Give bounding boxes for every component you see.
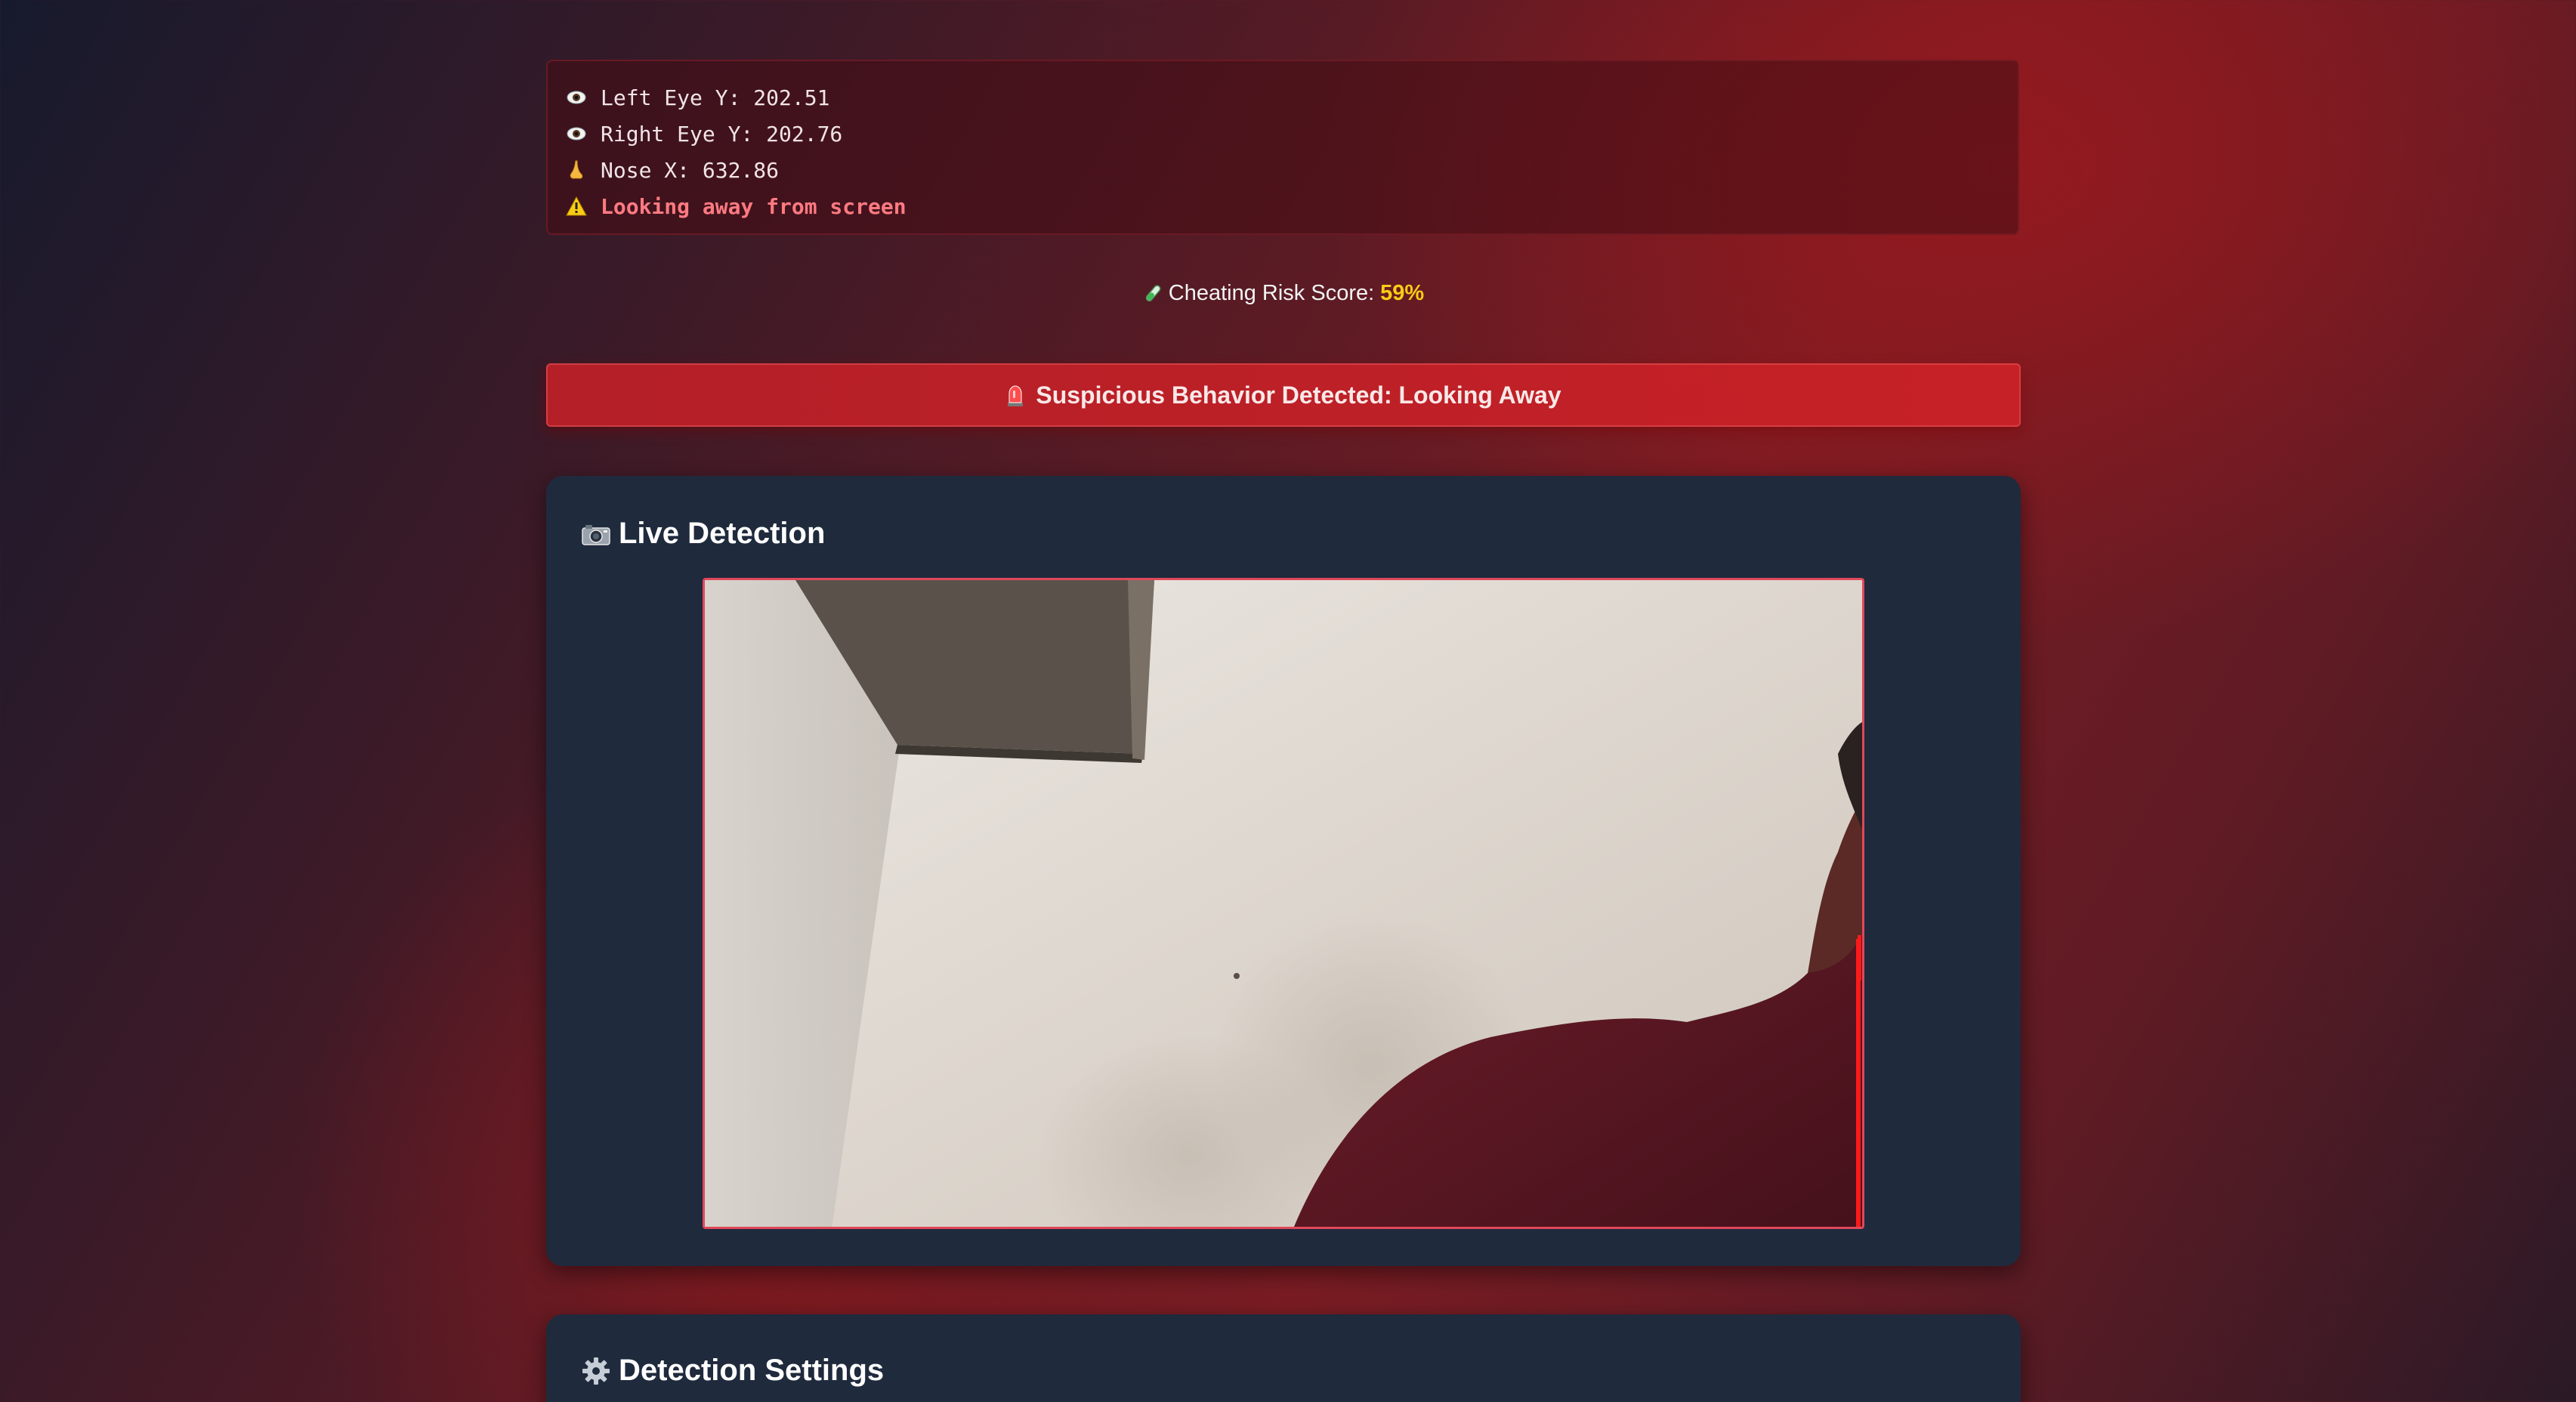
detection-settings-card: Detection Settings (546, 1314, 2021, 1402)
live-detection-card: Live Detection (546, 476, 2021, 1266)
camera-icon (581, 519, 611, 549)
risk-value: 59% (1380, 281, 1425, 305)
risk-label: Cheating Risk Score: (1168, 281, 1375, 305)
right-eye-line: Right Eye Y: 202.76 (566, 116, 2000, 152)
left-eye-line: Left Eye Y: 202.51 (566, 79, 2000, 116)
nose-line: Nose X: 632.86 (566, 152, 2000, 188)
suspicious-behavior-alert: Suspicious Behavior Detected: Looking Aw… (546, 363, 2021, 427)
left-eye-value: Left Eye Y: 202.51 (601, 85, 830, 110)
webcam-frame-image (705, 580, 1862, 1227)
nose-icon (566, 159, 587, 181)
right-eye-value: Right Eye Y: 202.76 (601, 121, 843, 147)
eye-icon (566, 87, 587, 108)
live-detection-title: Live Detection (619, 517, 826, 550)
warning-line: Looking away from screen (566, 188, 2000, 224)
live-detection-heading: Live Detection (581, 517, 825, 551)
telemetry-panel: Left Eye Y: 202.51 Right Eye Y: 202.76 N… (546, 60, 2019, 235)
test-tube-icon (1141, 283, 1164, 305)
gear-icon (581, 1356, 611, 1386)
warning-text: Looking away from screen (601, 193, 907, 219)
risk-score: Cheating Risk Score: 59% (546, 281, 2019, 306)
detection-settings-heading: Detection Settings (581, 1354, 884, 1388)
nose-value: Nose X: 632.86 (601, 157, 780, 183)
warning-icon (566, 196, 587, 217)
detection-settings-title: Detection Settings (619, 1354, 885, 1387)
eye-icon (566, 123, 587, 144)
siren-icon (1005, 383, 1027, 407)
webcam-feed (703, 578, 1864, 1229)
alert-text: Suspicious Behavior Detected: Looking Aw… (1036, 381, 1561, 409)
